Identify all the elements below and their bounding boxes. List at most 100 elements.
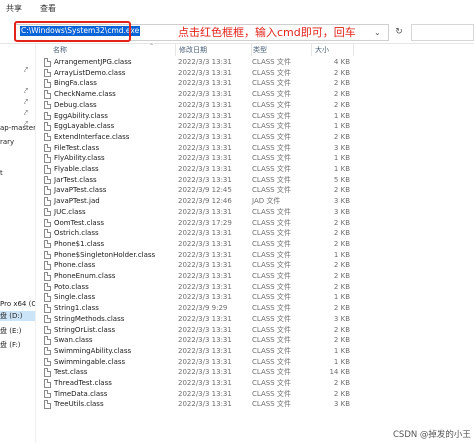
- file-row[interactable]: Phone$SingletonHolder.class 2022/3/3 13:3…: [36, 250, 366, 261]
- file-icon: [44, 272, 51, 281]
- file-name: OomTest.class: [54, 218, 104, 227]
- file-date: 2022/3/3 13:31: [178, 368, 232, 377]
- file-size: 2 KB: [333, 304, 350, 313]
- file-icon: [44, 197, 51, 206]
- file-size: 1 KB: [333, 122, 350, 131]
- file-row[interactable]: Debug.class 2022/3/3 13:31 CLASS 文件 2 KB: [36, 100, 366, 111]
- file-row[interactable]: Swimmingable.class 2022/3/3 13:31 CLASS 文件…: [36, 357, 366, 368]
- file-name: TreeUtils.class: [54, 400, 104, 409]
- file-icon: [44, 261, 51, 270]
- file-row[interactable]: JUC.class 2022/3/3 13:31 CLASS 文件 3 KB: [36, 207, 366, 218]
- file-row[interactable]: EggLayable.class 2022/3/3 13:31 CLASS 文件 1 …: [36, 121, 366, 132]
- nav-item-drive-f[interactable]: 盘 (F:): [0, 340, 21, 350]
- file-date: 2022/3/3 13:31: [178, 143, 232, 152]
- nav-item-drive-c[interactable]: Pro x64 (C: [0, 300, 35, 308]
- file-size: 1 KB: [333, 357, 350, 366]
- file-row[interactable]: ExtendInterface.class 2022/3/3 13:31 CLASS…: [36, 132, 366, 143]
- file-icon: [44, 239, 51, 249]
- file-row[interactable]: EggAbility.class 2022/3/3 13:31 CLASS 文件 1 …: [36, 111, 366, 122]
- file-row[interactable]: Ostrich.class 2022/3/3 13:31 CLASS 文件 2 KB: [36, 228, 366, 239]
- chevron-down-icon[interactable]: ⌄: [374, 28, 381, 37]
- column-name[interactable]: 名称: [50, 44, 176, 56]
- column-modified[interactable]: 修改日期: [176, 44, 252, 56]
- file-size: 1 KB: [333, 346, 350, 355]
- file-row[interactable]: JavaPTest.class 2022/3/9 12:45 CLASS 文件 2 K…: [36, 185, 366, 196]
- file-row[interactable]: String1.class 2022/3/9 9:29 CLASS 文件 2 KB: [36, 303, 366, 314]
- watermark: CSDN @掉发的小王: [393, 430, 471, 440]
- file-icon: [44, 400, 51, 409]
- pin-icon: ⤤: [24, 87, 28, 95]
- file-row[interactable]: ArrayListDemo.class 2022/3/3 13:31 CLASS 文…: [36, 68, 366, 79]
- nav-item-drive-e[interactable]: 盘 (E:): [0, 326, 21, 336]
- file-row[interactable]: Single.class 2022/3/3 13:31 CLASS 文件 1 KB: [36, 292, 366, 303]
- file-row[interactable]: StringOrList.class 2022/3/3 13:31 CLASS 文件…: [36, 325, 366, 336]
- file-type: CLASS 文件: [252, 368, 291, 377]
- file-row[interactable]: ThreadTest.class 2022/3/3 13:31 CLASS 文件 2 …: [36, 378, 366, 389]
- file-date: 2022/3/3 13:31: [178, 389, 232, 398]
- file-icon: [44, 304, 51, 313]
- file-row[interactable]: JavaPTest.jad 2022/3/9 12:46 JAD 文件 3 KB: [36, 196, 366, 207]
- file-size: 2 KB: [333, 379, 350, 387]
- file-size: 2 KB: [333, 218, 350, 227]
- file-row[interactable]: PhoneEnum.class 2022/3/3 13:31 CLASS 文件 2 K…: [36, 271, 366, 282]
- file-type: CLASS 文件: [252, 261, 291, 270]
- file-name: StringMethods.class: [54, 314, 125, 323]
- file-row[interactable]: FlyAbility.class 2022/3/3 13:31 CLASS 文件 1 …: [36, 153, 366, 164]
- file-size: 2 KB: [333, 186, 350, 195]
- file-name: Ostrich.class: [54, 229, 99, 238]
- file-row[interactable]: Poto.class 2022/3/3 13:31 CLASS 文件 2 KB: [36, 282, 366, 293]
- file-row[interactable]: Phone.class 2022/3/3 13:31 CLASS 文件 2 KB: [36, 260, 366, 271]
- file-icon: [44, 186, 51, 195]
- file-type: CLASS 文件: [252, 154, 291, 163]
- tab-view[interactable]: 查看: [40, 3, 56, 14]
- file-icon: [44, 90, 51, 99]
- file-row[interactable]: FileTest.class 2022/3/3 13:31 CLASS 文件 3 KB: [36, 143, 366, 154]
- nav-item-drive-d[interactable]: 盘 (D:): [0, 311, 35, 321]
- file-icon: [44, 325, 51, 334]
- refresh-icon[interactable]: ↻: [392, 24, 406, 41]
- file-name: Flyable.class: [54, 165, 99, 173]
- file-row[interactable]: ArrangementJPG.class 2022/3/3 13:31 CLASS …: [36, 57, 366, 68]
- tab-share[interactable]: 共享: [6, 3, 22, 14]
- file-name: JUC.class: [54, 207, 86, 216]
- file-name: PhoneEnum.class: [54, 272, 116, 280]
- file-row[interactable]: TimeData.class 2022/3/3 13:31 CLASS 文件 2 KB: [36, 389, 366, 400]
- file-date: 2022/3/3 13:31: [178, 175, 232, 184]
- file-name: ThreadTest.class: [54, 379, 112, 387]
- column-size[interactable]: 大小: [312, 44, 354, 56]
- file-type: CLASS 文件: [252, 325, 291, 334]
- file-row[interactable]: OomTest.class 2022/3/3 17:29 CLASS 文件 2 KB: [36, 218, 366, 229]
- file-size: 3 KB: [333, 143, 350, 152]
- file-icon: [44, 207, 51, 217]
- file-date: 2022/3/3 13:31: [178, 346, 232, 355]
- file-row[interactable]: Flyable.class 2022/3/3 13:31 CLASS 文件 1 KB: [36, 164, 366, 175]
- search-input[interactable]: [411, 24, 474, 41]
- file-row[interactable]: CheckName.class 2022/3/3 13:31 CLASS 文件 2 K…: [36, 89, 366, 100]
- file-row[interactable]: StringMethods.class 2022/3/3 13:31 CLASS 文…: [36, 314, 366, 325]
- file-date: 2022/3/9 12:45: [178, 186, 232, 195]
- file-type: CLASS 文件: [252, 143, 291, 152]
- file-row[interactable]: TreeUtils.class 2022/3/3 13:31 CLASS 文件 3 K…: [36, 399, 366, 410]
- file-date: 2022/3/3 17:29: [178, 218, 232, 227]
- nav-item-folder[interactable]: ap-master: [0, 124, 35, 132]
- nav-item-library[interactable]: rary: [0, 138, 14, 146]
- file-date: 2022/3/3 13:31: [178, 58, 232, 66]
- file-row[interactable]: JarTest.class 2022/3/3 13:31 CLASS 文件 5 KB: [36, 175, 366, 186]
- file-row[interactable]: BingFa.class 2022/3/3 13:31 CLASS 文件 2 KB: [36, 78, 366, 89]
- file-row[interactable]: Swan.class 2022/3/3 13:31 CLASS 文件 2 KB: [36, 335, 366, 346]
- nav-item-other[interactable]: t: [0, 169, 3, 177]
- file-date: 2022/3/3 13:31: [178, 336, 232, 345]
- file-row[interactable]: SwimmingAbility.class 2022/3/3 13:31 CLASS…: [36, 346, 366, 357]
- file-name: JavaPTest.class: [54, 186, 107, 195]
- scrollbar[interactable]: [466, 57, 474, 437]
- file-type: CLASS 文件: [252, 239, 291, 248]
- column-type[interactable]: 类型: [250, 44, 312, 56]
- file-date: 2022/3/3 13:31: [178, 207, 232, 216]
- file-icon: [44, 143, 51, 153]
- file-row[interactable]: Phone$1.class 2022/3/3 13:31 CLASS 文件 2 KB: [36, 239, 366, 250]
- file-row[interactable]: Test.class 2022/3/3 13:31 CLASS 文件 14 KB: [36, 367, 366, 378]
- file-icon: [44, 282, 51, 292]
- file-name: Phone$1.class: [54, 239, 105, 248]
- file-size: 1 KB: [333, 154, 350, 163]
- file-date: 2022/3/3 13:31: [178, 239, 232, 248]
